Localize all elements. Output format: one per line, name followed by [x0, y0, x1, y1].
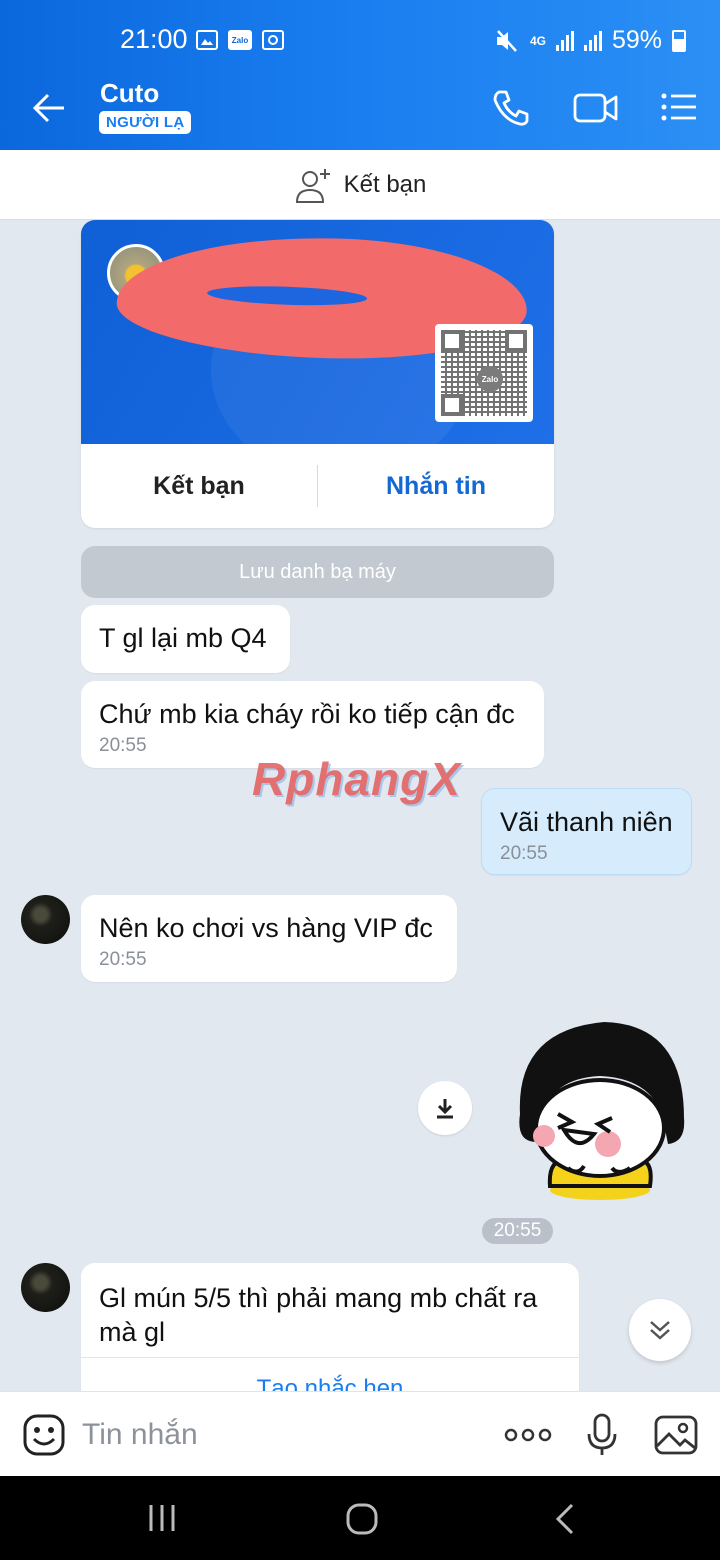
home-icon[interactable] — [344, 1502, 380, 1536]
stranger-badge: NGƯỜI LẠ — [99, 111, 192, 134]
qr-pattern: Zalo — [441, 330, 527, 416]
more-options-icon[interactable] — [504, 1426, 552, 1444]
message-bubble[interactable]: T gl lại mb Q4 — [81, 605, 290, 673]
image-gallery-icon[interactable] — [653, 1414, 699, 1456]
chat-header: Cuto NGƯỜI LẠ — [0, 64, 720, 150]
card-message-button[interactable]: Nhắn tin — [318, 472, 554, 501]
mute-icon — [496, 29, 517, 52]
network-type: 4G — [529, 33, 546, 48]
sender-avatar[interactable] — [21, 1263, 70, 1312]
message-text: Nên ko chơi vs hàng VIP đc — [99, 913, 433, 943]
bubble-divider — [81, 1357, 579, 1358]
qr-code[interactable]: Zalo — [435, 324, 533, 422]
message-input-bar: Tin nhắn — [0, 1391, 720, 1476]
emoji-icon[interactable] — [22, 1413, 66, 1457]
add-person-icon — [295, 168, 330, 203]
sender-avatar[interactable] — [21, 895, 70, 944]
zalo-logo: Zalo — [477, 366, 503, 392]
download-icon — [437, 1099, 453, 1119]
watermark-logo: RphangX — [252, 753, 461, 805]
qr-finder-top-left — [441, 330, 463, 352]
clock-notification-icon — [262, 30, 284, 50]
battery-percent: 59% — [611, 26, 662, 54]
message-bubble[interactable]: Gl mún 5/5 thì phải mang mb chất ra mà g… — [81, 1263, 579, 1403]
profile-actions: Kết bạn Nhắn tin — [81, 444, 554, 528]
add-friend-bar[interactable]: Kết bạn — [0, 150, 720, 220]
phone-icon[interactable] — [489, 86, 533, 130]
sticker-time: 20:55 — [482, 1218, 553, 1244]
double-chevron-down-icon — [650, 1321, 670, 1340]
download-sticker-button[interactable] — [418, 1081, 472, 1135]
message-bubble[interactable]: Nên ko chơi vs hàng VIP đc 20:55 — [81, 895, 457, 982]
microphone-icon[interactable] — [586, 1412, 618, 1458]
save-contact-button[interactable]: Lưu danh bạ máy — [81, 546, 554, 598]
status-right: 4G 59% — [494, 26, 686, 55]
notification-icons: Zalo — [196, 30, 284, 50]
recent-apps-icon[interactable] — [146, 1502, 178, 1534]
status-bar: 21:00 Zalo 4G 59% — [0, 0, 720, 64]
qr-finder-bottom-left — [441, 394, 463, 416]
message-text: Vãi thanh niên — [500, 807, 673, 837]
message-text: Chứ mb kia cháy rồi ko tiếp cận đc — [99, 699, 515, 729]
scroll-to-bottom-button[interactable] — [629, 1299, 691, 1361]
profile-cover: Zalo — [81, 220, 554, 444]
gallery-notification-icon — [196, 30, 218, 50]
message-text: T gl lại mb Q4 — [99, 623, 267, 653]
zalo-notification-icon: Zalo — [228, 30, 252, 50]
signal-icon — [555, 30, 574, 51]
profile-card: Zalo Kết bạn Nhắn tin — [81, 220, 554, 528]
signal-icon-2 — [583, 30, 602, 51]
card-add-friend-button[interactable]: Kết bạn — [81, 472, 317, 501]
battery-icon — [672, 29, 686, 52]
message-text: Gl mún 5/5 thì phải mang mb chất ra mà g… — [99, 1283, 538, 1347]
qr-finder-top-right — [505, 330, 527, 352]
add-friend-label: Kết bạn — [343, 170, 427, 198]
system-nav-bar — [0, 1476, 720, 1560]
sticker-girl-laughing[interactable] — [508, 1018, 688, 1202]
back-arrow-icon[interactable] — [30, 88, 70, 128]
chat-title[interactable]: Cuto — [100, 78, 159, 109]
message-time: 20:55 — [500, 843, 548, 864]
my-message-bubble[interactable]: Vãi thanh niên 20:55 — [481, 788, 692, 875]
message-input[interactable]: Tin nhắn — [82, 1418, 198, 1452]
video-call-icon[interactable] — [572, 86, 620, 130]
menu-list-icon[interactable] — [656, 86, 700, 130]
message-time: 20:55 — [99, 949, 147, 970]
status-time: 21:00 — [120, 24, 188, 54]
system-back-icon[interactable] — [552, 1502, 578, 1536]
